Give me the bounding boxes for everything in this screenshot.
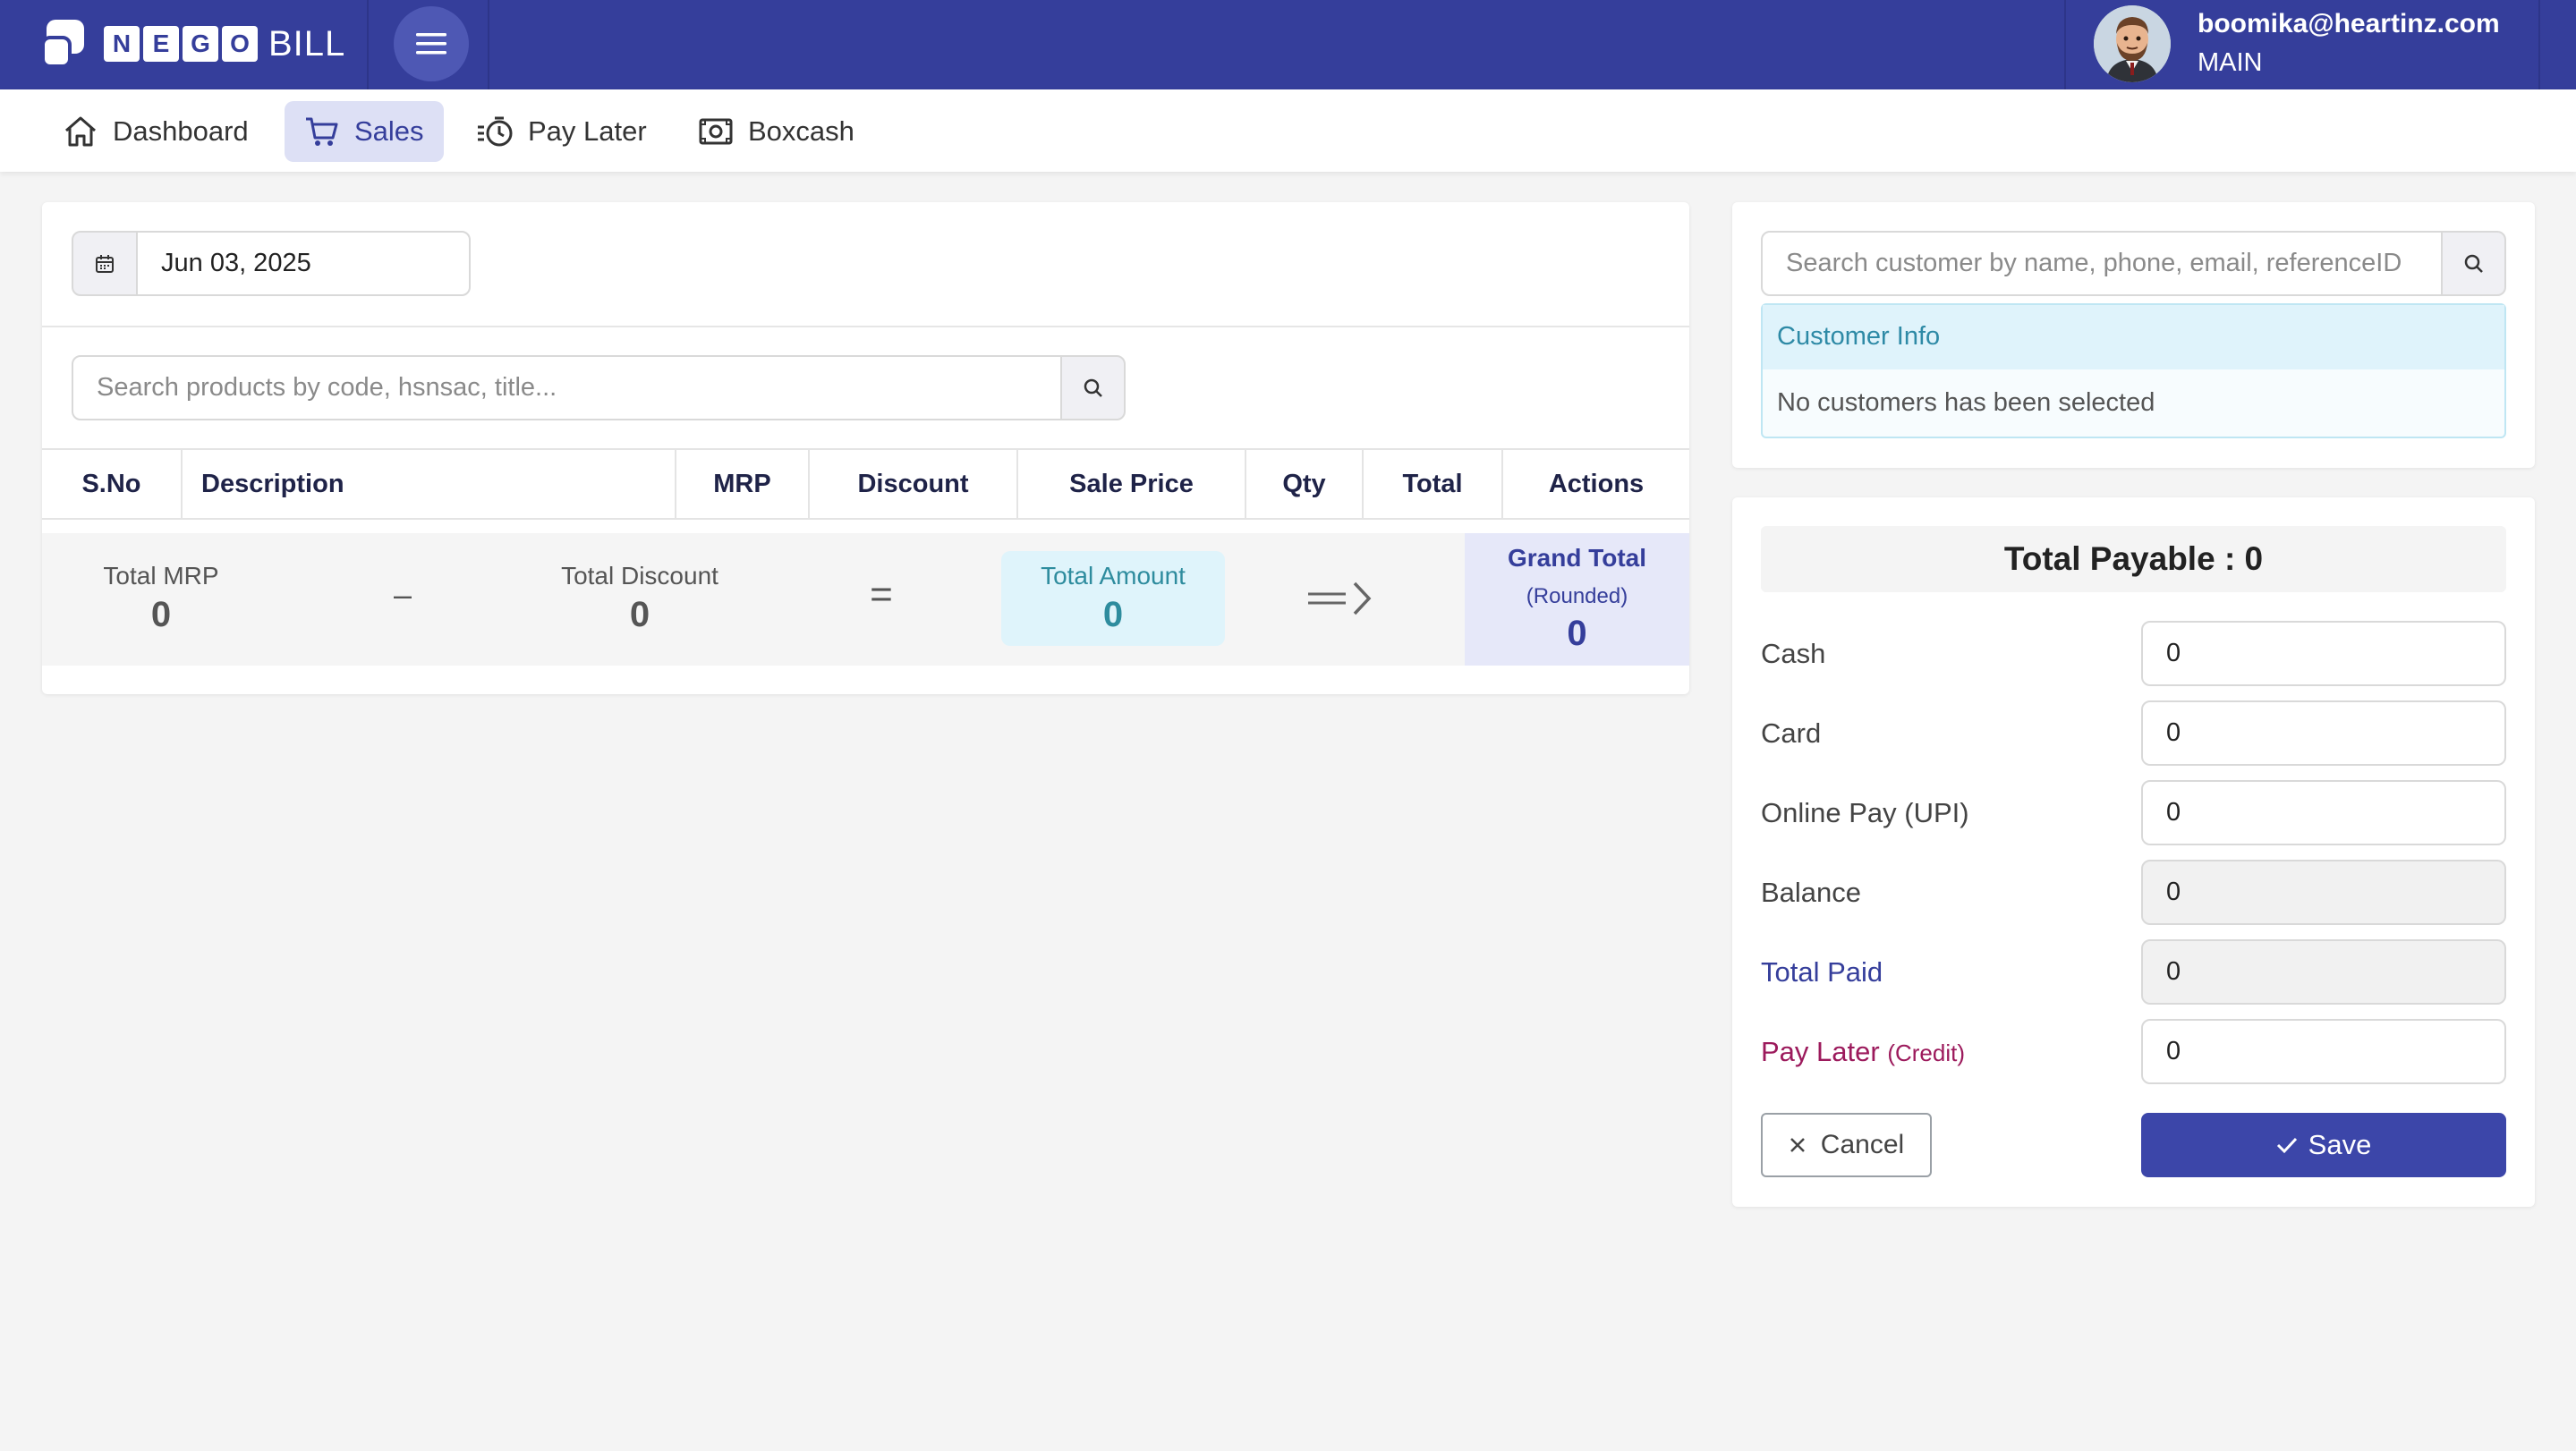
arrow-right-icon xyxy=(1308,581,1372,615)
total-mrp-value: 0 xyxy=(150,595,172,634)
pay-later-value: 0 xyxy=(2166,1037,2181,1065)
search-icon xyxy=(1084,378,1102,397)
product-search-button[interactable] xyxy=(1060,355,1126,420)
minus-sign: – xyxy=(393,576,412,613)
balance-field: 0 xyxy=(2141,860,2506,925)
divider xyxy=(42,326,1689,327)
cash-icon xyxy=(699,118,733,145)
divider xyxy=(2538,0,2540,89)
cash-input[interactable]: 0 xyxy=(2141,621,2506,686)
main-nav: Dashboard Sales Pay Later Boxcash xyxy=(0,89,2576,172)
grand-total-label: Grand Total xyxy=(1507,544,1647,572)
upi-input[interactable]: 0 xyxy=(2141,780,2506,845)
customer-search-button[interactable] xyxy=(2441,231,2506,296)
logo-suffix: BILL xyxy=(268,23,346,64)
pay-later-sub: (Credit) xyxy=(1887,1039,1965,1066)
nav-label: Boxcash xyxy=(748,115,854,147)
logo-letter: E xyxy=(143,26,179,62)
column-header-sno: S.No xyxy=(42,450,183,518)
cart-icon xyxy=(306,117,338,146)
check-icon xyxy=(2276,1137,2297,1154)
grand-total-sub: (Rounded) xyxy=(1526,584,1628,608)
save-button[interactable]: Save xyxy=(2141,1113,2506,1177)
total-paid-field: 0 xyxy=(2141,939,2506,1005)
nav-item-sales[interactable]: Sales xyxy=(285,101,444,162)
divider xyxy=(2064,0,2066,89)
total-payable-title: Total Payable : 0 xyxy=(1761,526,2506,592)
cash-value: 0 xyxy=(2166,639,2181,667)
balance-label: Balance xyxy=(1761,877,1862,908)
nav-item-pay-later[interactable]: Pay Later xyxy=(456,101,667,162)
balance-value: 0 xyxy=(2166,878,2181,906)
product-search-input[interactable]: Search products by code, hsnsac, title..… xyxy=(72,355,1062,420)
home-icon xyxy=(65,116,96,147)
column-header-actions: Actions xyxy=(1548,469,1645,498)
column-header-discount: Discount xyxy=(810,450,1018,518)
cancel-button[interactable]: Cancel xyxy=(1761,1113,1932,1177)
save-label: Save xyxy=(2308,1129,2372,1160)
logo-letter: N xyxy=(104,26,140,62)
user-email[interactable]: boomika@heartinz.com xyxy=(2198,9,2500,39)
column-header-total: Total xyxy=(1364,450,1503,518)
avatar[interactable] xyxy=(2094,5,2171,82)
card-value: 0 xyxy=(2166,718,2181,747)
cancel-label: Cancel xyxy=(1820,1130,1905,1159)
pay-later-input[interactable]: 0 xyxy=(2141,1019,2506,1084)
logo-letter: G xyxy=(183,26,218,62)
grand-total-value: 0 xyxy=(1567,614,1587,653)
menu-toggle-button[interactable] xyxy=(394,6,469,81)
calendar-button[interactable] xyxy=(72,231,138,296)
payment-card xyxy=(1732,497,2535,1207)
total-paid-label: Total Paid xyxy=(1761,956,1883,988)
calendar-icon xyxy=(96,254,114,273)
customer-search-placeholder: Search customer by name, phone, email, r… xyxy=(1786,249,2402,277)
column-header-mrp: MRP xyxy=(676,450,810,518)
app-logo[interactable]: N E G O BILL xyxy=(41,18,345,70)
nav-label: Dashboard xyxy=(113,115,249,147)
timer-icon xyxy=(478,116,513,147)
pay-later-text: Pay Later xyxy=(1761,1036,1880,1067)
logo-letter: O xyxy=(222,26,258,62)
total-paid-value: 0 xyxy=(2166,957,2181,986)
customer-info-title: Customer Info xyxy=(1777,322,1941,351)
sale-date-input[interactable]: Jun 03, 2025 xyxy=(136,231,471,296)
column-header-sale-price: Sale Price xyxy=(1018,450,1246,518)
user-avatar-icon xyxy=(2094,5,2171,82)
total-discount-label: Total Discount xyxy=(561,562,718,590)
customer-info-empty: No customers has been selected xyxy=(1777,388,2155,417)
nav-item-boxcash[interactable]: Boxcash xyxy=(678,101,874,162)
product-search-placeholder: Search products by code, hsnsac, title..… xyxy=(97,373,557,402)
upi-label: Online Pay (UPI) xyxy=(1761,797,1969,828)
total-mrp-label: Total MRP xyxy=(103,562,219,590)
hamburger-icon xyxy=(416,33,446,55)
card-label: Card xyxy=(1761,717,1822,749)
divider xyxy=(488,0,489,89)
nav-label: Pay Later xyxy=(528,115,647,147)
column-header-qty: Qty xyxy=(1246,450,1364,518)
divider xyxy=(367,0,369,89)
equals-sign: = xyxy=(870,573,893,616)
column-header-description: Description xyxy=(183,450,676,518)
logo-mark-icon xyxy=(41,18,100,70)
card-input[interactable]: 0 xyxy=(2141,700,2506,766)
nav-label: Sales xyxy=(354,115,424,147)
total-discount-value: 0 xyxy=(629,595,650,634)
pay-later-label: Pay Later (Credit) xyxy=(1761,1036,1965,1068)
nav-item-dashboard[interactable]: Dashboard xyxy=(43,101,268,162)
total-amount-label: Total Amount xyxy=(1041,562,1186,590)
sale-date-value: Jun 03, 2025 xyxy=(161,249,311,277)
customer-search-input[interactable]: Search customer by name, phone, email, r… xyxy=(1761,231,2443,296)
total-amount-value: 0 xyxy=(1102,595,1124,634)
cash-label: Cash xyxy=(1761,638,1826,669)
branch-name: MAIN xyxy=(2198,48,2263,77)
search-icon xyxy=(2464,254,2483,273)
top-bar: N E G O BILL boomika@heartinz.com MAIN xyxy=(0,0,2576,89)
close-icon xyxy=(1790,1138,1805,1152)
upi-value: 0 xyxy=(2166,798,2181,827)
